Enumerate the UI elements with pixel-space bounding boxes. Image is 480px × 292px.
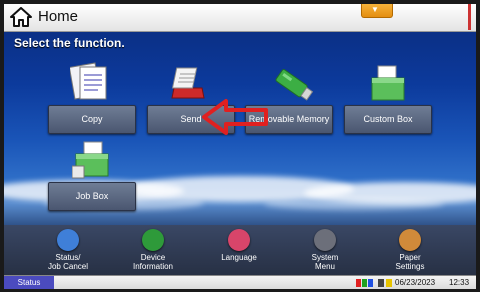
instruction-text: Select the function. xyxy=(14,36,125,50)
job-box-button[interactable]: Job Box xyxy=(48,182,136,211)
status-job-cancel-button[interactable]: Status/ Job Cancel xyxy=(38,225,98,275)
page-title: Home xyxy=(38,8,79,25)
home-icon[interactable] xyxy=(10,7,32,27)
toner-indicator xyxy=(356,279,361,287)
copy-button[interactable]: Copy xyxy=(48,105,136,134)
touch-screen: Home ▼ Select the function. Copy Send Re… xyxy=(4,4,476,289)
toner-indicator xyxy=(362,279,367,287)
copy-icon xyxy=(70,62,107,100)
footer-label: Device xyxy=(140,253,166,262)
document-box-icon xyxy=(371,65,405,101)
paper-settings-icon xyxy=(399,229,421,251)
footer-label: Menu xyxy=(314,262,335,271)
footer-label: Language xyxy=(221,253,257,262)
memory-icon xyxy=(386,279,392,287)
send-icon xyxy=(171,67,205,99)
usb-drive-icon xyxy=(275,69,314,101)
custom-box-button-label: Custom Box xyxy=(344,105,432,134)
device-icon xyxy=(142,229,164,251)
language-icon xyxy=(228,229,250,251)
system-menu-icon xyxy=(314,229,336,251)
background-cloud xyxy=(264,198,444,210)
footer-label: Paper xyxy=(399,253,421,262)
paper-settings-button[interactable]: Paper Settings xyxy=(380,225,440,275)
copy-button-label: Copy xyxy=(48,105,136,134)
footer-label: Status/ xyxy=(55,253,81,262)
language-button[interactable]: Language xyxy=(209,225,269,275)
title-bar: Home ▼ xyxy=(4,4,476,32)
scroll-marker xyxy=(468,4,471,30)
status-time: 12:33 xyxy=(449,278,470,287)
status-bar: Status 06/23/2023 12:33 xyxy=(4,275,476,289)
footer-bar: Status/ Job Cancel Device Information La… xyxy=(4,225,476,275)
footer-label: System xyxy=(311,253,339,262)
status-icon xyxy=(57,229,79,251)
footer-label: Settings xyxy=(395,262,425,271)
job-box-button-label: Job Box xyxy=(48,182,136,211)
network-icon xyxy=(378,279,384,287)
chevron-down-icon[interactable]: ▼ xyxy=(361,4,393,18)
footer-label: Information xyxy=(132,262,174,271)
toner-indicator xyxy=(368,279,373,287)
footer-label: Job Cancel xyxy=(47,262,89,271)
annotation-arrow xyxy=(202,99,268,135)
status-date: 06/23/2023 xyxy=(395,278,436,287)
custom-box-button[interactable]: Custom Box xyxy=(344,105,432,134)
device-information-button[interactable]: Device Information xyxy=(123,225,183,275)
system-menu-button[interactable]: System Menu xyxy=(295,225,355,275)
job-box-icon xyxy=(72,141,109,179)
status-tab[interactable]: Status xyxy=(4,276,54,289)
